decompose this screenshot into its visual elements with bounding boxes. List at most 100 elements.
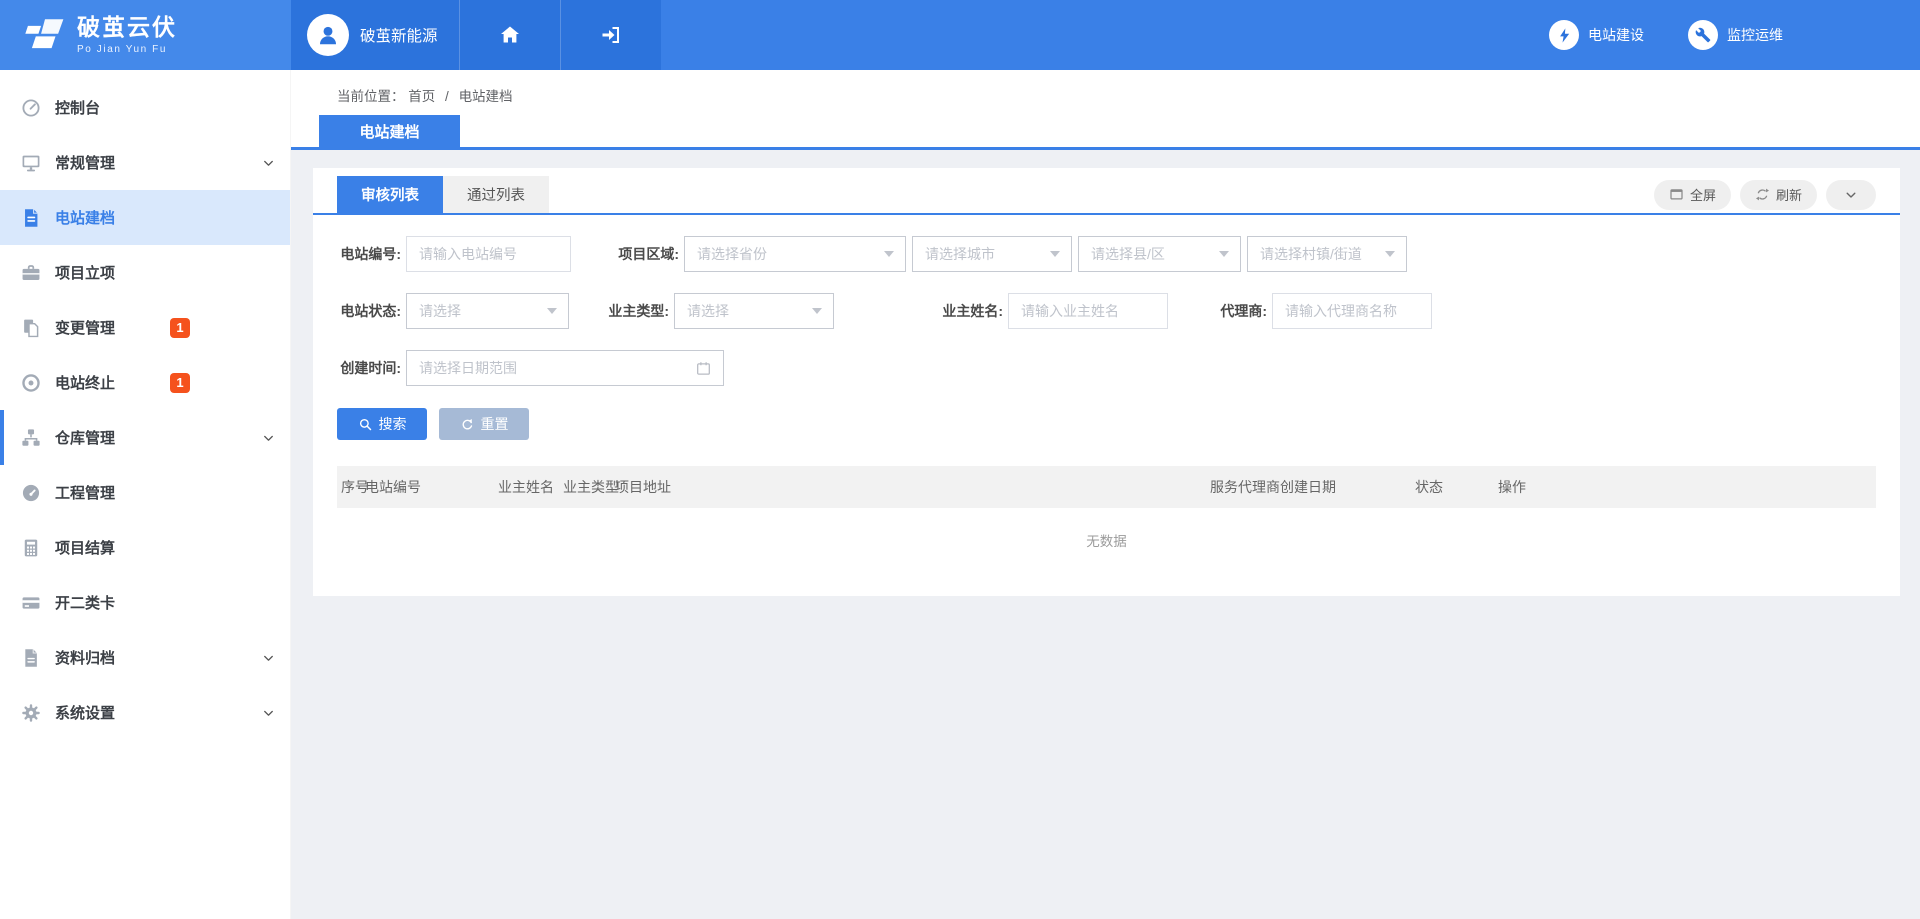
tab-review-list[interactable]: 审核列表 [337,176,443,213]
select-caret-icon [1050,251,1060,257]
sidebar-item-system-settings[interactable]: 系统设置 [0,685,290,740]
monitor-icon [20,152,42,174]
station-status-select[interactable]: 请选择 [406,293,569,329]
mode-monitor-ops[interactable]: 监控运维 [1688,20,1783,50]
breadcrumb-current: 电站建档 [459,89,513,104]
user-menu[interactable]: 破茧新能源 [291,0,459,70]
breadcrumb-bar: 当前位置： 首页 / 电站建档 电站建档 [291,70,1920,150]
sidebar-nav: 控制台 常规管理 电站建档 [0,70,291,919]
tabs-underline [313,213,1900,215]
archive-icon [20,647,42,669]
select-caret-icon [547,308,557,314]
logout-icon [599,23,623,47]
sidebar-item-data-archive[interactable]: 资料归档 [0,630,290,685]
chevron-down-icon [261,705,276,720]
main-area: 当前位置： 首页 / 电站建档 电站建档 审核列表 通过列表 全屏 [291,70,1920,919]
search-icon [358,417,373,432]
app-header: 破茧云伏 Po Jian Yun Fu 破茧新能源 [0,0,1920,70]
target-icon [20,372,42,394]
col-status: 状态 [1415,466,1443,508]
owner-name-input[interactable] [1008,293,1168,329]
panel-card: 审核列表 通过列表 全屏 [313,168,1900,596]
agent-input[interactable] [1272,293,1432,329]
status-badge: 1 [170,373,190,393]
sidebar-item-station-filing[interactable]: 电站建档 [0,190,290,245]
results-table: 序号 电站编号 业主姓名 业主类型 项目地址 服务代理商 创建日期 状态 操作 … [337,466,1876,572]
station-no-input[interactable] [406,236,571,272]
page-tab-station-filing[interactable]: 电站建档 [319,115,460,147]
home-button[interactable] [459,0,560,70]
fullscreen-button[interactable]: 全屏 [1654,180,1731,210]
breadcrumb-home-link[interactable]: 首页 [408,89,435,104]
sidebar-item-change-mgmt[interactable]: 变更管理 1 [0,300,290,355]
chevron-down-icon [261,650,276,665]
sidebar-item-engineering-mgmt[interactable]: 工程管理 [0,465,290,520]
date-range-picker[interactable]: 请选择日期范围 [406,350,724,386]
breadcrumb-prefix: 当前位置： [337,89,405,104]
user-icon [315,22,341,48]
sidebar-item-console[interactable]: 控制台 [0,80,290,135]
sidebar-item-open-card[interactable]: 开二类卡 [0,575,290,630]
brand-title: 破茧云伏 [77,15,177,40]
refresh-icon [1755,187,1770,202]
sidebar-item-project-settlement[interactable]: 项目结算 [0,520,290,575]
avatar [307,14,349,56]
document-icon [20,207,42,229]
header-mode-switcher: 电站建设 监控运维 [1549,0,1920,70]
owner-type-label: 业主类型: [605,301,669,321]
briefcase-icon [20,262,42,284]
col-station-no: 电站编号 [365,466,421,508]
sidebar-scrollbar-thumb[interactable] [0,410,4,465]
home-icon [498,23,522,47]
breadcrumb: 当前位置： 首页 / 电站建档 [337,85,513,105]
tab-passed-list[interactable]: 通过列表 [443,176,549,213]
province-select[interactable]: 请选择省份 [684,236,906,272]
table-header-row: 序号 电站编号 业主姓名 业主类型 项目地址 服务代理商 创建日期 状态 操作 [337,466,1876,508]
col-agent: 服务代理商 [1210,466,1280,508]
content-area: 审核列表 通过列表 全屏 [291,150,1920,596]
brand-logo-icon [24,14,66,56]
calculator-icon [20,537,42,559]
col-owner-type: 业主类型 [563,466,619,508]
reset-button[interactable]: 重置 [439,408,529,440]
refresh-button[interactable]: 刷新 [1740,180,1817,210]
mode-station-build[interactable]: 电站建设 [1549,20,1644,50]
station-status-label: 电站状态: [337,301,401,321]
select-caret-icon [884,251,894,257]
mode-monitor-ops-label: 监控运维 [1727,25,1783,45]
sidebar-item-general-mgmt[interactable]: 常规管理 [0,135,290,190]
search-button[interactable]: 搜索 [337,408,427,440]
chevron-down-icon [1844,188,1858,202]
sidebar-item-project-initiation[interactable]: 项目立项 [0,245,290,300]
village-select[interactable]: 请选择村镇/街道 [1247,236,1407,272]
chevron-down-icon [261,155,276,170]
chevron-down-icon [261,430,276,445]
gauge-icon [20,482,42,504]
collapse-button[interactable] [1826,180,1876,210]
owner-type-select[interactable]: 请选择 [674,293,834,329]
select-caret-icon [1385,251,1395,257]
region-label: 项目区域: [615,244,679,264]
lightning-icon [1549,20,1579,50]
owner-name-label: 业主姓名: [939,301,1003,321]
create-time-label: 创建时间: [337,358,401,378]
sidebar-item-warehouse-mgmt[interactable]: 仓库管理 [0,410,290,465]
panel-tabs: 审核列表 通过列表 全屏 [337,176,1876,213]
county-select[interactable]: 请选择县/区 [1078,236,1241,272]
brand-logo: 破茧云伏 Po Jian Yun Fu [0,0,291,70]
brand-subtitle: Po Jian Yun Fu [77,44,177,55]
filter-row-1: 电站编号: 项目区域: 请选择省份 请选择城市 请选择县/区 请选择村镇/街道 [337,236,1876,272]
filter-actions: 搜索 重置 [337,408,1876,440]
select-caret-icon [812,308,822,314]
select-caret-icon [1219,251,1229,257]
filter-row-3: 创建时间: 请选择日期范围 [337,350,1876,386]
fullscreen-icon [1669,187,1684,202]
col-owner-name: 业主姓名 [498,466,554,508]
city-select[interactable]: 请选择城市 [912,236,1072,272]
company-name: 破茧新能源 [360,24,438,46]
sidebar-item-station-termination[interactable]: 电站终止 1 [0,355,290,410]
logout-button[interactable] [560,0,661,70]
reset-icon [460,417,475,432]
col-actions: 操作 [1498,466,1526,508]
col-address: 项目地址 [615,466,671,508]
